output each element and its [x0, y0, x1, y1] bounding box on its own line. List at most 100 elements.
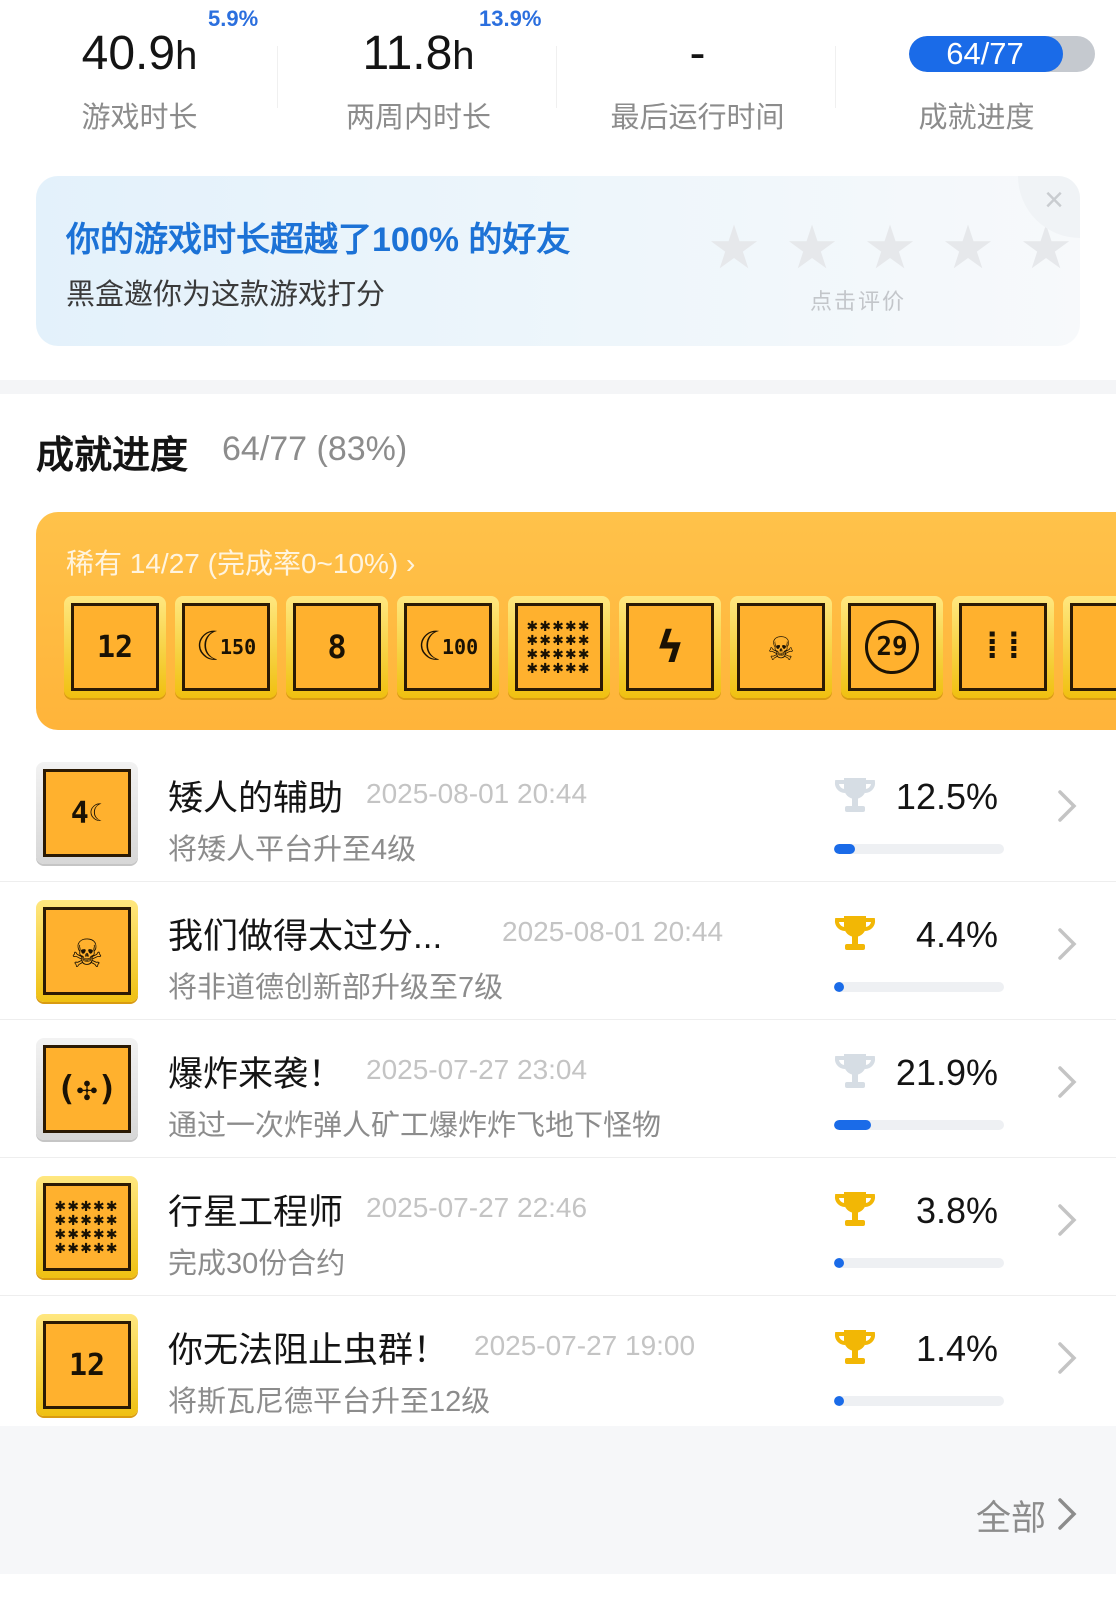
chevron-right-icon[interactable] — [1054, 786, 1080, 826]
chevron-right-icon[interactable] — [1054, 1494, 1080, 1534]
chevron-right-icon: › — [406, 548, 416, 579]
star-rating[interactable]: ★ ★ ★ ★ ★ — [676, 218, 1076, 280]
chevron-right-icon[interactable] — [1054, 924, 1080, 964]
achievement-icon: (✣) — [36, 1038, 138, 1140]
achievement-row[interactable]: ☠ 我们做得太过分... 2025-08-01 20:44 将非道德创新部升级至… — [0, 882, 1116, 1020]
stat-value: 40.9 — [81, 27, 176, 80]
achievement-row[interactable]: ✱✱✱✱✱ ✱✱✱✱✱ ✱✱✱✱✱ ✱✱✱✱✱ 行星工程师 2025-07-27 22… — [0, 1158, 1116, 1296]
rare-icon-strip: 12 ☾ 150 8 ☾ 100 ✱✱✱✱✱ ✱✱✱✱✱ ✱✱✱✱✱ ✱✱✱✱✱ ϟ ☠ … — [64, 596, 1116, 698]
achievement-progress-pill: 64/77 — [909, 36, 1095, 72]
achievement-badge-icon[interactable]: ϟ — [619, 596, 721, 698]
achievement-desc: 通过一次炸弹人矿工爆炸炸飞地下怪物 — [168, 1110, 662, 1142]
progress-fill — [834, 1396, 845, 1406]
gold-trophy-icon — [834, 1192, 876, 1226]
star-icon[interactable]: ★ — [862, 218, 918, 278]
achievement-row[interactable]: (✣) 爆炸来袭！ 2025-07-27 23:04 通过一次炸弹人矿工爆炸炸飞… — [0, 1020, 1116, 1158]
stat-unit: h — [175, 34, 198, 78]
achievement-time: 2025-07-27 22:46 — [366, 1192, 588, 1223]
achievement-progress-bar — [834, 1258, 1004, 1268]
stat-label: 游戏时长 — [81, 102, 198, 134]
star-icon[interactable]: ★ — [706, 218, 762, 278]
achievement-icon: 12 — [36, 1314, 138, 1416]
achievement-badge-icon[interactable]: 29 — [841, 596, 943, 698]
divider — [835, 46, 836, 108]
achievement-progress-bar — [834, 1396, 1004, 1406]
achievement-badge-icon[interactable]: ⁞⁞ — [952, 596, 1054, 698]
achievement-progress-bar — [834, 1120, 1004, 1130]
achievement-row[interactable]: 12 你无法阻止虫群！ 2025-07-27 19:00 将斯瓦尼德平台升至12… — [0, 1296, 1116, 1434]
progress-fill — [834, 1258, 845, 1268]
stat-last-run: - 最后运行时间 — [558, 0, 837, 150]
achievement-progress-text: 64/77 — [946, 36, 1024, 71]
achievement-desc: 将斯瓦尼德平台升至12级 — [168, 1386, 491, 1418]
divider — [277, 46, 278, 108]
stat-achievement[interactable]: 64/77 成就进度 — [837, 0, 1116, 150]
stat-unit: h — [452, 34, 475, 78]
gold-trophy-icon — [834, 916, 876, 950]
achievement-row[interactable]: 4 ☾ 矮人的辅助 2025-08-01 20:44 将矮人平台升至4级 12.5… — [0, 744, 1116, 882]
stat-label: 成就进度 — [918, 102, 1035, 134]
gold-trophy-icon — [834, 1330, 876, 1364]
achievement-icon: ☠ — [36, 900, 138, 1002]
stat-label: 最后运行时间 — [610, 102, 785, 134]
achievement-desc: 完成30份合约 — [168, 1248, 346, 1280]
star-icon[interactable]: ★ — [940, 218, 996, 278]
achievement-time: 2025-08-01 20:44 — [366, 778, 588, 809]
achievement-name: 矮人的辅助 — [168, 779, 344, 818]
achievement-time: 2025-07-27 19:00 — [474, 1330, 696, 1361]
chevron-right-icon[interactable] — [1054, 1200, 1080, 1240]
divider — [556, 46, 557, 108]
rare-achievements-banner[interactable]: 稀有 14/27 (完成率0~10%) › 12 ☾ 150 8 ☾ 100 ✱✱✱… — [36, 512, 1116, 730]
section-title: 成就进度 — [36, 435, 189, 477]
progress-fill — [834, 844, 856, 854]
view-all-link[interactable]: 全部 — [976, 1490, 1046, 1541]
achievement-percent: 4.4% — [915, 914, 998, 955]
stats-row: 40.9h 5.9% 游戏时长 11.8h 13.9% 两周内时长 - 最后运行… — [0, 0, 1116, 150]
silver-trophy-icon — [834, 778, 876, 812]
rare-label: 稀有 14/27 (完成率0~10%) — [66, 548, 399, 579]
achievement-desc: 将矮人平台升至4级 — [168, 834, 417, 866]
achievement-icon: ✱✱✱✱✱ ✱✱✱✱✱ ✱✱✱✱✱ ✱✱✱✱✱ — [36, 1176, 138, 1278]
star-icon[interactable]: ★ — [784, 218, 840, 278]
achievement-percent: 3.8% — [915, 1190, 998, 1231]
achievement-progress-bar — [834, 844, 1004, 854]
achievement-badge-icon[interactable]: 8 — [286, 596, 388, 698]
achievement-badge-icon[interactable]: ☾ 100 — [397, 596, 499, 698]
silver-trophy-icon — [834, 1054, 876, 1088]
stat-delta: 13.9% — [479, 6, 542, 31]
achievement-time: 2025-08-01 20:44 — [502, 916, 724, 947]
achievement-badge-icon[interactable]: ☠ — [730, 596, 832, 698]
achievement-badge-icon[interactable]: ☾ 150 — [175, 596, 277, 698]
achievement-badge-icon[interactable] — [1063, 596, 1116, 698]
chevron-right-icon[interactable] — [1054, 1338, 1080, 1378]
rare-header[interactable]: 稀有 14/27 (完成率0~10%) › — [66, 542, 415, 582]
stat-value: 11.8 — [362, 27, 453, 80]
achievement-name: 行星工程师 — [168, 1193, 344, 1232]
achievement-name: 爆炸来袭！ — [168, 1055, 344, 1094]
footer: 全部 — [0, 1426, 1116, 1574]
stat-label: 两周内时长 — [345, 102, 491, 134]
achievement-percent: 1.4% — [915, 1328, 998, 1369]
rating-hint: 点击评价 — [810, 289, 907, 314]
achievement-desc: 将非道德创新部升级至7级 — [168, 972, 504, 1004]
progress-fill — [834, 982, 845, 992]
rating-card-title: 你的游戏时长超越了100% 的好友 — [66, 221, 571, 259]
achievement-name: 你无法阻止虫群！ — [168, 1331, 449, 1370]
achievement-progress-bar — [834, 982, 1004, 992]
stat-playtime: 40.9h 5.9% 游戏时长 — [0, 0, 279, 150]
section-separator — [0, 380, 1116, 394]
rating-card: 你的游戏时长超越了100% 的好友 黑盒邀你为这款游戏打分 ★ ★ ★ ★ ★ … — [36, 176, 1080, 346]
achievement-name: 我们做得太过分... — [168, 917, 443, 956]
stat-two-week: 11.8h 13.9% 两周内时长 — [279, 0, 558, 150]
achievement-percent: 12.5% — [895, 776, 998, 817]
chevron-right-icon[interactable] — [1054, 1062, 1080, 1102]
achievement-badge-icon[interactable]: 12 — [64, 596, 166, 698]
rating-card-subtitle: 黑盒邀你为这款游戏打分 — [66, 279, 386, 311]
progress-fill — [834, 1120, 872, 1130]
achievement-percent: 21.9% — [895, 1052, 998, 1093]
achievement-count: 64/77 (83%) — [222, 430, 408, 468]
stat-delta: 5.9% — [208, 6, 259, 31]
stat-value: - — [689, 27, 706, 80]
achievement-icon: 4 ☾ — [36, 762, 138, 864]
achievement-badge-icon[interactable]: ✱✱✱✱✱ ✱✱✱✱✱ ✱✱✱✱✱ ✱✱✱✱✱ — [508, 596, 610, 698]
